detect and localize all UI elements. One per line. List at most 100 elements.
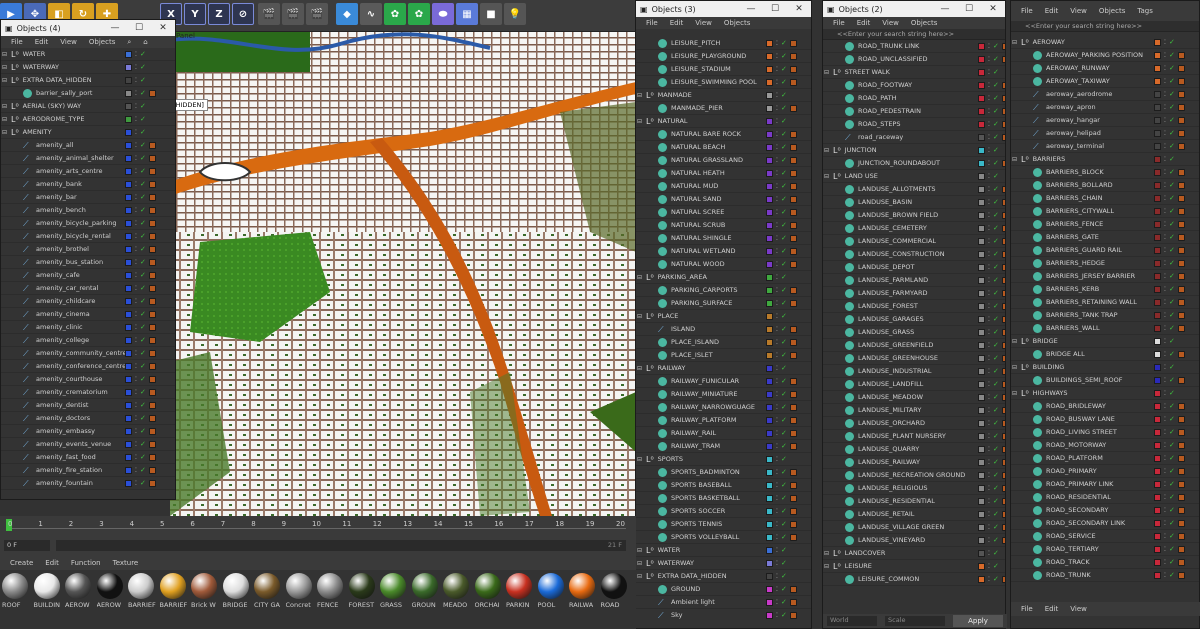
expand-toggle-icon[interactable]: ⊟ (2, 51, 7, 58)
menu-file[interactable]: File (1021, 605, 1033, 613)
visibility-dots-icon[interactable]: ⁚ (135, 311, 137, 318)
visibility-dots-icon[interactable]: ⁚ (1164, 156, 1166, 163)
layer-color-swatch[interactable] (766, 143, 773, 151)
layer-color-swatch[interactable] (125, 115, 132, 123)
object-row[interactable]: ROAD_MOTORWAY ⁚ ✓ (1011, 439, 1199, 452)
layer-color-swatch[interactable] (1154, 285, 1161, 293)
object-row[interactable]: LANDUSE_COMMERCIAL ⁚ ✓ (823, 235, 1005, 248)
object-row[interactable]: barrier_sally_port ⁚ ✓ (1, 87, 175, 100)
visibility-dots-icon[interactable]: ⁚ (135, 363, 137, 370)
enabled-check-icon[interactable]: ✓ (140, 245, 146, 253)
object-row[interactable]: ROAD_TERTIARY ⁚ ✓ (1011, 543, 1199, 556)
object-row[interactable]: ⟋ aeroway_aerodrome ⁚ ✓ (1011, 88, 1199, 101)
object-row[interactable]: LEISURE_STADIUM ⁚ ✓ (636, 63, 811, 76)
enabled-check-icon[interactable]: ✓ (993, 185, 999, 193)
layer-color-swatch[interactable] (1154, 558, 1161, 566)
expand-toggle-icon[interactable]: ⊟ (2, 116, 7, 123)
expand-toggle-icon[interactable]: ⊟ (824, 69, 829, 76)
enabled-check-icon[interactable]: ✓ (993, 432, 999, 440)
object-row[interactable]: NATURAL BARE ROCK ⁚ ✓ (636, 128, 811, 141)
menu-view[interactable]: View (60, 38, 77, 46)
object-row[interactable]: LANDUSE_RESIDENTIAL ⁚ ✓ (823, 495, 1005, 508)
object-row[interactable]: ⟋ amenity_community_centre ⁚ ✓ (1, 347, 175, 360)
layer-color-swatch[interactable] (766, 52, 773, 60)
visibility-dots-icon[interactable]: ⁚ (135, 324, 137, 331)
search-icon[interactable]: ⌕ (127, 38, 131, 47)
layer-color-swatch[interactable] (766, 364, 773, 372)
visibility-dots-icon[interactable]: ⁚ (135, 155, 137, 162)
material-tag-icon[interactable] (1002, 458, 1005, 466)
object-row[interactable]: PLACE_ISLAND ⁚ ✓ (636, 336, 811, 349)
visibility-dots-icon[interactable]: ⁚ (988, 485, 990, 492)
visibility-dots-icon[interactable]: ⁚ (1164, 442, 1166, 449)
object-row[interactable]: ⟋ amenity_fire_station ⁚ ✓ (1, 464, 175, 477)
layer-color-swatch[interactable] (1154, 155, 1161, 163)
menu-edit[interactable]: Edit (857, 19, 871, 27)
object-row[interactable]: ⟋ amenity_arts_centre ⁚ ✓ (1, 165, 175, 178)
material-tag-icon[interactable] (790, 403, 797, 411)
visibility-dots-icon[interactable]: ⁚ (1164, 78, 1166, 85)
enabled-check-icon[interactable]: ✓ (993, 549, 999, 557)
menu-file[interactable]: File (833, 19, 845, 27)
visibility-dots-icon[interactable]: ⁚ (1164, 221, 1166, 228)
expand-toggle-icon[interactable]: ⊟ (637, 456, 642, 463)
visibility-dots-icon[interactable]: ⁚ (776, 378, 778, 385)
object-row[interactable]: PARKING_SURFACE ⁚ ✓ (636, 297, 811, 310)
object-row[interactable]: ⟋ amenity_brothel ⁚ ✓ (1, 243, 175, 256)
material-tag-icon[interactable] (790, 39, 797, 47)
menu-edit[interactable]: Edit (670, 19, 684, 27)
visibility-dots-icon[interactable]: ⁚ (1164, 182, 1166, 189)
3d-viewport[interactable]: Panel Null Object [EXTRA DATA_HIDDEN] (170, 32, 636, 516)
object-row[interactable]: LANDUSE_FARMLAND ⁚ ✓ (823, 274, 1005, 287)
material-tag-icon[interactable] (1178, 207, 1185, 215)
object-row[interactable]: ⟋ amenity_clinic ⁚ ✓ (1, 321, 175, 334)
material-tag-icon[interactable] (790, 338, 797, 346)
enabled-check-icon[interactable]: ✓ (993, 107, 999, 115)
layer-color-swatch[interactable] (1154, 90, 1161, 98)
visibility-dots-icon[interactable]: ⁚ (988, 394, 990, 401)
visibility-dots-icon[interactable]: ⁚ (988, 121, 990, 128)
visibility-dots-icon[interactable]: ⁚ (776, 287, 778, 294)
enabled-check-icon[interactable]: ✓ (140, 89, 146, 97)
subdivision-icon[interactable]: ✿ (384, 3, 406, 25)
object-row[interactable]: ⟋ amenity_bicycle_parking ⁚ ✓ (1, 217, 175, 230)
object-row[interactable]: LEISURE_PLAYGROUND ⁚ ✓ (636, 50, 811, 63)
object-row[interactable]: ⟋ aeroway_apron ⁚ ✓ (1011, 101, 1199, 114)
layer-color-swatch[interactable] (1154, 38, 1161, 46)
enabled-check-icon[interactable]: ✓ (781, 442, 787, 450)
object-row[interactable]: NATURAL MUD ⁚ ✓ (636, 180, 811, 193)
object-row[interactable]: RAILWAY_PLATFORM ⁚ ✓ (636, 414, 811, 427)
material-tag-icon[interactable] (149, 401, 156, 409)
layer-color-swatch[interactable] (978, 237, 985, 245)
deformer-icon[interactable]: ⬬ (432, 3, 454, 25)
material-preview[interactable] (191, 573, 217, 599)
enabled-check-icon[interactable]: ✓ (993, 536, 999, 544)
menu-file[interactable]: File (1021, 7, 1033, 15)
object-row[interactable]: LANDUSE_ORCHARD ⁚ ✓ (823, 417, 1005, 430)
enabled-check-icon[interactable]: ✓ (1169, 493, 1175, 501)
layer-color-swatch[interactable] (1154, 298, 1161, 306)
light-icon[interactable]: 💡 (504, 3, 526, 25)
object-row[interactable]: BARRIERS_KERB ⁚ ✓ (1011, 283, 1199, 296)
material-tag-icon[interactable] (1178, 64, 1185, 72)
layer-color-swatch[interactable] (978, 250, 985, 258)
visibility-dots-icon[interactable]: ⁚ (1164, 455, 1166, 462)
visibility-dots-icon[interactable]: ⁚ (135, 259, 137, 266)
object-row[interactable]: ⊟ L⁰ MANMADE ⁚ ✓ (636, 89, 811, 102)
object-row[interactable]: BARRIERS_JERSEY BARRIER ⁚ ✓ (1011, 270, 1199, 283)
layer-color-swatch[interactable] (766, 377, 773, 385)
object-row[interactable]: ⊟ L⁰ LEISURE ⁚ ✓ (823, 560, 1005, 573)
layer-color-swatch[interactable] (978, 510, 985, 518)
material-tag-icon[interactable] (1178, 558, 1185, 566)
visibility-dots-icon[interactable]: ⁚ (776, 560, 778, 567)
visibility-dots-icon[interactable]: ⁚ (776, 300, 778, 307)
enabled-check-icon[interactable]: ✓ (993, 484, 999, 492)
visibility-dots-icon[interactable]: ⁚ (776, 573, 778, 580)
material-tag-icon[interactable] (1002, 107, 1005, 115)
enabled-check-icon[interactable]: ✓ (993, 471, 999, 479)
material-tag-icon[interactable] (1178, 181, 1185, 189)
visibility-dots-icon[interactable]: ⁚ (135, 454, 137, 461)
material-preview[interactable] (380, 573, 406, 599)
object-row[interactable]: GROUND ⁚ ✓ (636, 583, 811, 596)
visibility-dots-icon[interactable]: ⁚ (135, 129, 137, 136)
